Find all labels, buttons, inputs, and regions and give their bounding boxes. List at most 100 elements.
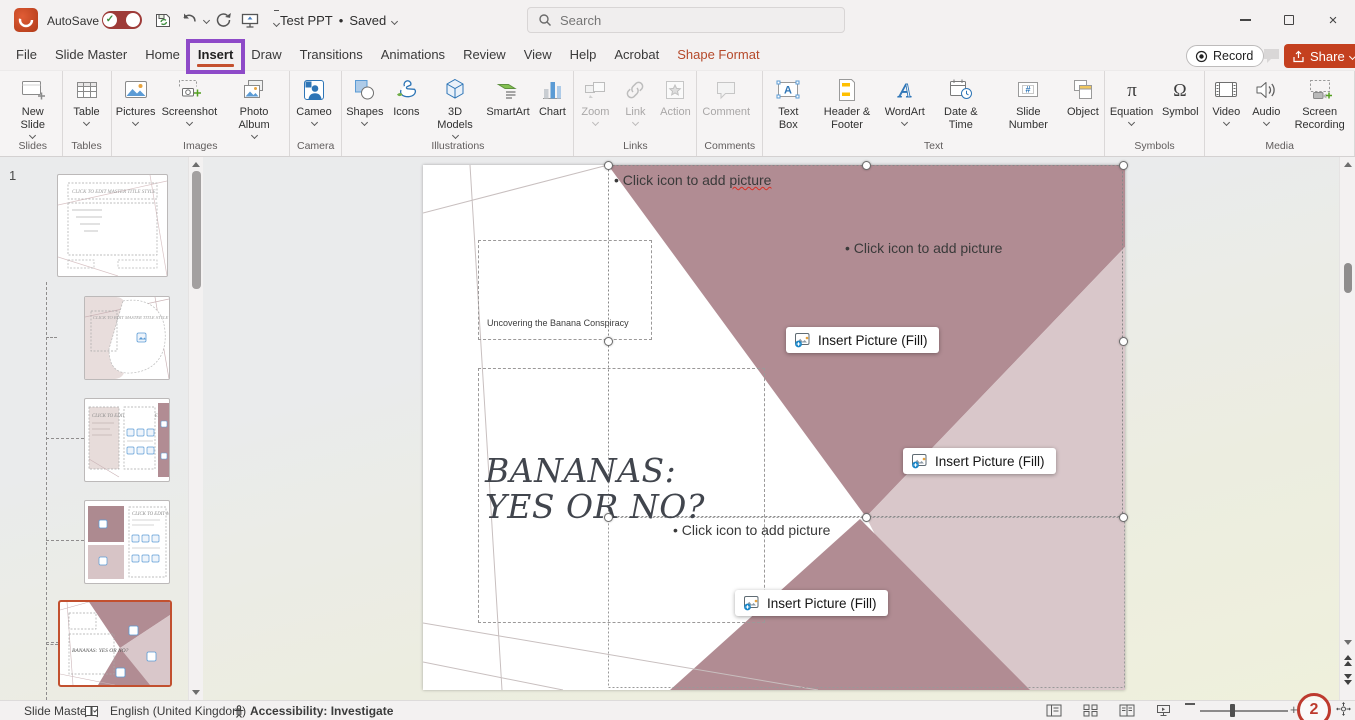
slide-subtitle-text[interactable]: Uncovering the Banana Conspiracy	[487, 318, 629, 328]
tab-acrobat[interactable]: Acrobat	[605, 40, 668, 70]
tab-view[interactable]: View	[515, 40, 561, 70]
audio-button[interactable]: Audio	[1246, 71, 1286, 126]
table-button[interactable]: Table	[64, 71, 110, 126]
thumbnail-panel-scrollbar[interactable]	[188, 157, 203, 700]
header-footer-button[interactable]: Header & Footer	[812, 71, 881, 133]
picture-placeholder-prompt-2[interactable]: • Click icon to add picture	[845, 240, 1002, 256]
view-mode-label[interactable]: Slide Master	[24, 704, 91, 718]
selection-handle-bottom-left[interactable]	[604, 513, 613, 522]
new-slide-button[interactable]: New Slide	[5, 71, 61, 139]
photo-album-button[interactable]: Photo Album	[220, 71, 288, 139]
selection-handle-top-left[interactable]	[604, 161, 613, 170]
svg-text:A: A	[897, 80, 912, 102]
fit-slide-to-window-button[interactable]	[1336, 702, 1351, 720]
panel-scroll-down-arrow[interactable]	[192, 690, 200, 695]
selection-handle-bottom-mid[interactable]	[862, 513, 871, 522]
selection-handle-top-mid[interactable]	[862, 161, 871, 170]
previous-slide-button[interactable]	[1344, 655, 1352, 666]
selection-handle-mid-left[interactable]	[604, 337, 613, 346]
3d-models-button[interactable]: 3D Models	[426, 71, 483, 139]
slide-number-button[interactable]: # Slide Number	[994, 71, 1063, 133]
accessibility-icon[interactable]	[232, 705, 246, 720]
text-box-button[interactable]: A Text Box	[764, 71, 812, 133]
ribbon-group-camera: Cameo Camera	[290, 71, 342, 156]
insert-picture-fill-button-1[interactable]: Insert Picture (Fill)	[786, 327, 939, 353]
tab-home[interactable]: Home	[136, 40, 189, 70]
picture-placeholder-prompt-1[interactable]: • Click icon to add picture	[614, 172, 771, 188]
selection-handle-bottom-right[interactable]	[1119, 513, 1128, 522]
svg-text:Ω: Ω	[1174, 80, 1187, 100]
insert-picture-fill-button-2[interactable]: Insert Picture (Fill)	[903, 448, 1056, 474]
save-button[interactable]	[150, 8, 176, 32]
wordart-button[interactable]: A WordArt	[882, 71, 928, 126]
panel-scroll-up-arrow[interactable]	[192, 162, 200, 167]
canvas-scroll-down-arrow[interactable]	[1344, 640, 1352, 645]
slide-sorter-view-button[interactable]	[1083, 704, 1098, 720]
share-button[interactable]: Share	[1284, 44, 1355, 68]
date-time-button[interactable]: Date & Time	[928, 71, 994, 133]
canvas-scrollbar-thumb[interactable]	[1344, 263, 1352, 293]
canvas-scrollbar[interactable]	[1339, 157, 1355, 700]
tab-animations[interactable]: Animations	[372, 40, 454, 70]
close-button[interactable]: ×	[1311, 0, 1355, 40]
pictures-button[interactable]: Pictures	[113, 71, 159, 126]
symbol-button[interactable]: Ω Symbol	[1157, 71, 1203, 120]
search-box[interactable]	[527, 7, 845, 33]
layout-thumbnail-1[interactable]: Click to edit Master title style	[84, 296, 170, 380]
layout-thumbnail-4-selected[interactable]: BANANAS: YES OR NO?	[58, 600, 172, 687]
spell-check-icon[interactable]	[84, 705, 99, 720]
next-slide-button[interactable]	[1344, 674, 1352, 685]
search-input[interactable]	[560, 13, 810, 28]
video-button[interactable]: Video	[1206, 71, 1246, 126]
comments-icon[interactable]	[1262, 47, 1281, 69]
master-slide-thumbnail[interactable]: Click to edit Master title style	[57, 174, 168, 277]
tab-file[interactable]: File	[7, 40, 46, 70]
canvas-scroll-up-arrow[interactable]	[1344, 162, 1352, 167]
language-label[interactable]: English (United Kingdom)	[110, 704, 246, 718]
minimize-button[interactable]	[1223, 0, 1267, 40]
tab-draw[interactable]: Draw	[242, 40, 290, 70]
tab-help[interactable]: Help	[561, 40, 606, 70]
tab-review[interactable]: Review	[454, 40, 515, 70]
maximize-button[interactable]	[1267, 0, 1311, 40]
svg-text:Click to edit Master title sty: Click to edit Master title style	[93, 315, 168, 320]
equation-button[interactable]: π Equation	[1106, 71, 1157, 126]
screenshot-button[interactable]: Screenshot	[159, 71, 220, 126]
tab-insert[interactable]: Insert	[189, 40, 242, 70]
document-title[interactable]: Test PPT • Saved	[280, 13, 397, 28]
chart-button[interactable]: Chart	[532, 71, 572, 120]
zoom-slider-handle[interactable]	[1230, 704, 1235, 717]
layout-thumbnail-3[interactable]: Click to edit Master title style	[84, 500, 170, 584]
screen-recording-button[interactable]: Screen Recording	[1286, 71, 1353, 133]
tab-slide-master[interactable]: Slide Master	[46, 40, 136, 70]
insert-picture-icon	[794, 332, 812, 348]
record-button[interactable]: Record	[1186, 45, 1264, 67]
undo-dropdown-caret[interactable]	[203, 16, 210, 23]
smartart-button[interactable]: SmartArt	[484, 71, 533, 120]
shapes-button[interactable]: Shapes	[343, 71, 386, 126]
icons-button[interactable]: Icons	[386, 71, 426, 120]
slide-canvas[interactable]: • Click icon to add picture • Click icon…	[423, 165, 1125, 690]
zoom-slider-track[interactable]	[1200, 710, 1288, 712]
slideshow-view-button[interactable]	[1156, 704, 1171, 720]
cameo-button[interactable]: Cameo	[291, 71, 337, 126]
tab-shape-format[interactable]: Shape Format	[668, 40, 768, 70]
connector-stub	[46, 337, 57, 338]
selection-handle-mid-right[interactable]	[1119, 337, 1128, 346]
tab-transitions[interactable]: Transitions	[291, 40, 372, 70]
selection-handle-top-right[interactable]	[1119, 161, 1128, 170]
insert-picture-fill-button-3[interactable]: Insert Picture (Fill)	[735, 590, 888, 616]
redo-button[interactable]	[211, 8, 237, 32]
object-button[interactable]: Object	[1063, 71, 1103, 120]
start-presentation-button[interactable]	[237, 8, 263, 32]
undo-button[interactable]	[176, 8, 202, 32]
zoom-out-button[interactable]	[1185, 703, 1195, 705]
panel-scrollbar-thumb[interactable]	[192, 171, 201, 289]
powerpoint-logo-icon[interactable]	[14, 8, 38, 32]
normal-view-button[interactable]	[1046, 704, 1062, 720]
ribbon-group-tables: Table Tables	[63, 71, 112, 156]
autosave-toggle[interactable]: ✓	[102, 11, 142, 29]
reading-view-button[interactable]	[1119, 704, 1135, 720]
layout-thumbnail-2[interactable]: Click to edit Master title style	[84, 398, 170, 482]
accessibility-status[interactable]: Accessibility: Investigate	[250, 704, 393, 718]
